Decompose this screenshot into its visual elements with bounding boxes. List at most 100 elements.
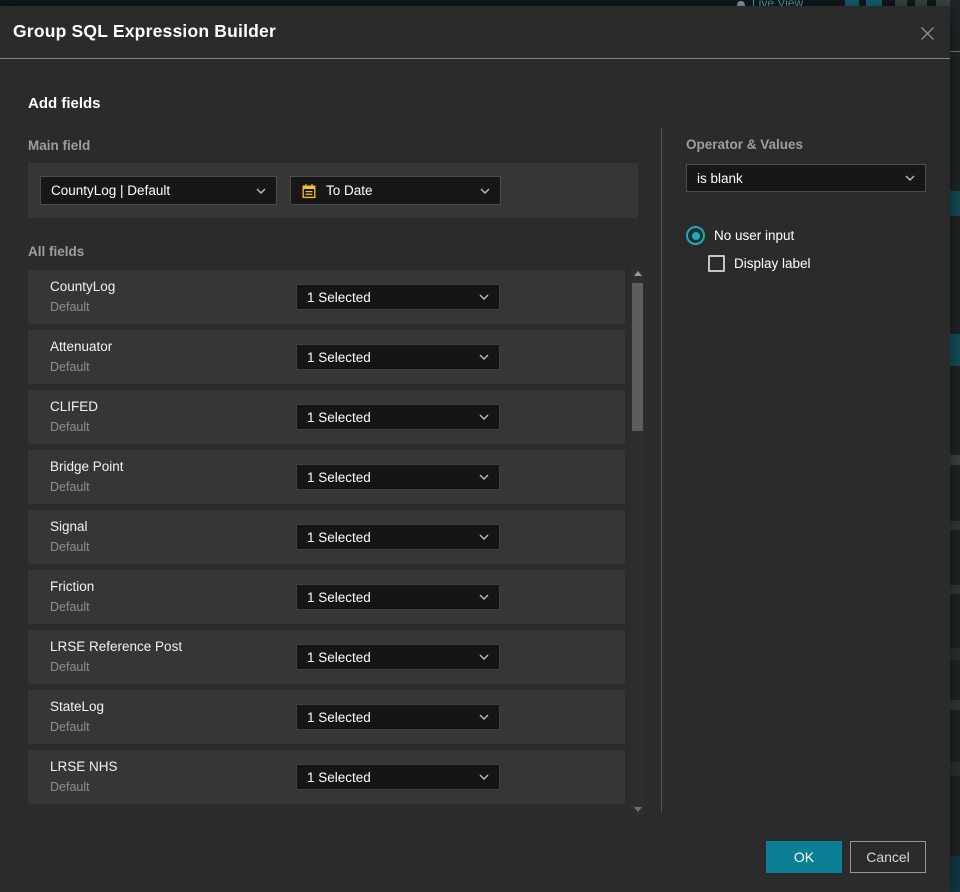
field-selected-value: 1 Selected	[307, 409, 371, 425]
operator-dropdown[interactable]: is blank	[686, 164, 926, 192]
field-selected-dropdown[interactable]: 1 Selected	[296, 704, 500, 730]
background-fragment	[950, 51, 960, 52]
all-fields-label: All fields	[28, 244, 85, 259]
chevron-down-icon	[479, 654, 489, 660]
chevron-down-icon	[479, 594, 489, 600]
field-selected-dropdown[interactable]: 1 Selected	[296, 404, 500, 430]
main-field-type-value: To Date	[326, 183, 373, 198]
background-app-right-strip	[950, 0, 960, 892]
chevron-down-icon	[479, 474, 489, 480]
background-fragment	[950, 585, 960, 594]
field-selected-value: 1 Selected	[307, 769, 371, 785]
field-name: Friction	[50, 579, 95, 594]
dialog-header: Group SQL Expression Builder	[0, 6, 950, 59]
field-subtitle: Default	[50, 420, 90, 434]
all-fields-list: CountyLog Default 1 Selected Attenuator …	[28, 270, 648, 810]
no-user-input-radio[interactable]: No user input	[686, 226, 794, 245]
field-name: LRSE NHS	[50, 759, 118, 774]
chevron-down-icon	[479, 534, 489, 540]
background-fragment	[950, 334, 960, 366]
no-user-input-label: No user input	[714, 228, 795, 243]
field-row: Friction Default 1 Selected	[28, 570, 625, 624]
field-row: Attenuator Default 1 Selected	[28, 330, 625, 384]
triangle-down-icon	[633, 806, 642, 812]
close-icon	[920, 26, 934, 40]
field-subtitle: Default	[50, 600, 90, 614]
main-field-type-dropdown[interactable]: To Date	[290, 176, 501, 205]
field-name: Bridge Point	[50, 459, 124, 474]
display-label-label: Display label	[734, 256, 811, 271]
operator-values-label: Operator & Values	[686, 137, 804, 152]
background-fragment	[950, 455, 960, 465]
field-name: CLIFED	[50, 399, 99, 414]
radio-dot	[691, 231, 700, 240]
chevron-down-icon	[479, 354, 489, 360]
radio-selected-icon	[686, 226, 705, 245]
field-row: StateLog Default 1 Selected	[28, 690, 625, 744]
chevron-down-icon	[905, 175, 915, 181]
field-selected-dropdown[interactable]: 1 Selected	[296, 464, 500, 490]
ok-button[interactable]: OK	[766, 841, 842, 873]
chevron-down-icon	[256, 188, 266, 194]
close-button[interactable]	[916, 22, 938, 44]
field-selected-value: 1 Selected	[307, 709, 371, 725]
scroll-up-arrow[interactable]	[631, 268, 644, 278]
background-fragment	[950, 521, 960, 530]
scroll-down-arrow[interactable]	[631, 804, 644, 814]
field-selected-dropdown[interactable]: 1 Selected	[296, 524, 500, 550]
background-fragment	[950, 762, 960, 776]
field-subtitle: Default	[50, 300, 90, 314]
field-subtitle: Default	[50, 360, 90, 374]
main-field-label: Main field	[28, 138, 91, 153]
chevron-down-icon	[479, 714, 489, 720]
cancel-button[interactable]: Cancel	[850, 841, 926, 873]
field-row: CLIFED Default 1 Selected	[28, 390, 625, 444]
scrollbar-thumb[interactable]	[632, 283, 643, 431]
background-fragment	[950, 700, 960, 710]
chevron-down-icon	[479, 414, 489, 420]
field-selected-dropdown[interactable]: 1 Selected	[296, 764, 500, 790]
field-selected-value: 1 Selected	[307, 469, 371, 485]
main-field-dropdown[interactable]: CountyLog | Default	[40, 176, 277, 205]
screen: Live View Group SQL Expression Builder A	[0, 0, 960, 892]
field-subtitle: Default	[50, 780, 90, 794]
field-name: Signal	[50, 519, 88, 534]
panel-divider	[661, 128, 662, 812]
field-row: LRSE Reference Post Default 1 Selected	[28, 630, 625, 684]
background-fragment	[950, 648, 960, 660]
add-fields-heading: Add fields	[28, 95, 101, 112]
field-selected-value: 1 Selected	[307, 529, 371, 545]
checkbox-unchecked-icon	[708, 255, 725, 272]
triangle-up-icon	[633, 270, 642, 276]
field-subtitle: Default	[50, 660, 90, 674]
field-selected-value: 1 Selected	[307, 589, 371, 605]
field-selected-dropdown[interactable]: 1 Selected	[296, 344, 500, 370]
field-row: Signal Default 1 Selected	[28, 510, 625, 564]
main-field-box: CountyLog | Default To Date	[28, 163, 638, 218]
field-subtitle: Default	[50, 720, 90, 734]
field-selected-dropdown[interactable]: 1 Selected	[296, 584, 500, 610]
field-row: LRSE NHS Default 1 Selected	[28, 750, 625, 804]
display-label-checkbox[interactable]: Display label	[708, 255, 811, 272]
background-fragment	[950, 856, 960, 892]
field-name: CountyLog	[50, 279, 116, 294]
field-name: Attenuator	[50, 339, 113, 354]
background-fragment	[950, 191, 960, 216]
field-subtitle: Default	[50, 540, 90, 554]
chevron-down-icon	[479, 774, 489, 780]
field-name: LRSE Reference Post	[50, 639, 183, 654]
field-subtitle: Default	[50, 480, 90, 494]
dialog-title: Group SQL Expression Builder	[13, 21, 276, 41]
operator-dropdown-value: is blank	[697, 170, 743, 186]
field-selected-dropdown[interactable]: 1 Selected	[296, 644, 500, 670]
main-field-dropdown-value: CountyLog | Default	[51, 183, 171, 198]
all-fields-scrollbar[interactable]	[631, 268, 644, 814]
chevron-down-icon	[479, 294, 489, 300]
field-selected-value: 1 Selected	[307, 649, 371, 665]
field-row: Bridge Point Default 1 Selected	[28, 450, 625, 504]
field-selected-value: 1 Selected	[307, 349, 371, 365]
group-sql-expression-builder-dialog: Group SQL Expression Builder Add fields …	[0, 6, 950, 892]
field-selected-dropdown[interactable]: 1 Selected	[296, 284, 500, 310]
field-selected-value: 1 Selected	[307, 289, 371, 305]
calendar-icon	[301, 183, 317, 199]
